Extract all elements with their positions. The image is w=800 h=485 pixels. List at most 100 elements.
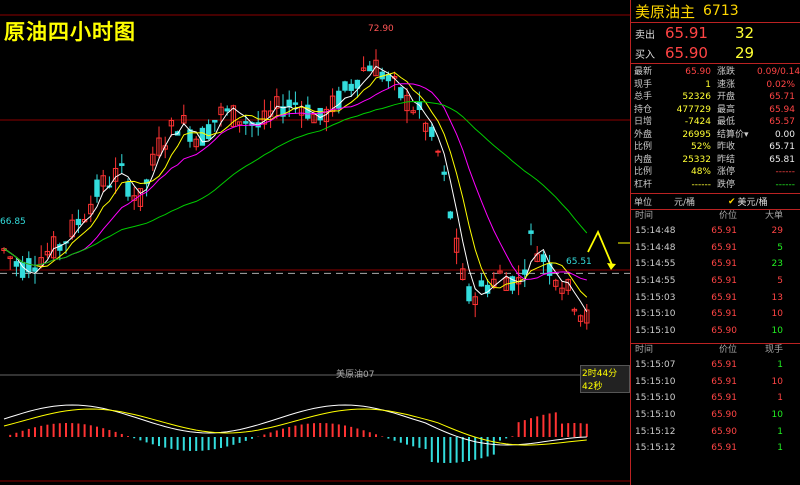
- trade-time: 15:15:10: [635, 326, 676, 337]
- candle: [119, 163, 125, 166]
- stat-label: 最新: [634, 67, 653, 77]
- check-icon[interactable]: ✔: [728, 197, 736, 207]
- instrument-header[interactable]: 美原油主 6713: [631, 0, 800, 23]
- arrow-head-icon: [607, 263, 616, 270]
- unit-label: 单位: [634, 198, 653, 208]
- candle: [398, 87, 404, 99]
- trade-row[interactable]: 15:15:10 65.90 10: [631, 407, 800, 424]
- trade-volume: 5: [777, 276, 783, 287]
- ticks-header: 时间 价位 现手: [631, 344, 800, 357]
- stat-label: 最高: [717, 104, 736, 115]
- trade-row[interactable]: 15:15:12 65.90 1: [631, 424, 800, 441]
- candlestick-chart[interactable]: [0, 0, 630, 485]
- candle: [26, 258, 32, 273]
- buy-label: 买入: [635, 49, 655, 61]
- candle: [478, 280, 485, 287]
- sell-quote[interactable]: 卖出 65.91 32: [631, 23, 800, 43]
- trade-volume: 10: [771, 309, 783, 320]
- col-big-order: 大单: [764, 211, 783, 221]
- trade-time: 15:15:07: [635, 359, 676, 370]
- trade-price: 65.91: [711, 443, 737, 454]
- trade-row[interactable]: 15:15:10 65.90 10: [631, 323, 800, 340]
- trade-volume: 10: [771, 376, 783, 387]
- trade-time: 15:15:10: [635, 409, 676, 420]
- buy-quote[interactable]: 买入 65.90 29: [631, 43, 800, 64]
- trade-row[interactable]: 15:14:55 65.91 5: [631, 273, 800, 290]
- candle: [447, 211, 454, 219]
- stat-value: 0.02%: [766, 79, 795, 90]
- trade-row[interactable]: 15:15:10 65.91 10: [631, 374, 800, 391]
- stat-label: 外盘: [634, 129, 653, 140]
- trade-row[interactable]: 15:15:03 65.91 13: [631, 290, 800, 307]
- trade-volume: 10: [771, 409, 783, 420]
- candle: [125, 181, 131, 197]
- stat-value: 1: [705, 79, 711, 90]
- trade-row[interactable]: 15:14:48 65.91 29: [631, 223, 800, 240]
- stat-value: 65.81: [769, 154, 795, 165]
- unit-row[interactable]: 单位 元/桶 ✔ 美元/桶: [631, 194, 800, 210]
- candle: [286, 99, 292, 108]
- trade-volume: 1: [777, 443, 783, 454]
- candle: [13, 261, 20, 267]
- big-orders-list[interactable]: 15:14:48 65.91 29 15:14:48 65.91 5 15:14:55 65.…: [631, 223, 800, 340]
- stat-value: 65.90: [685, 67, 711, 77]
- trade-row[interactable]: 15:15:10 65.91 1: [631, 390, 800, 407]
- trade-price: 65.91: [711, 276, 737, 287]
- trade-volume: 13: [771, 292, 783, 303]
- stats-table: 最新 65.90 涨跌 0.09/0.14% 现手 1 速涨 0.02% 总手 52326 开盘 65…: [631, 66, 800, 194]
- candle: [292, 102, 299, 105]
- stat-label: 昨收: [717, 142, 736, 152]
- ma-line-20: [3, 83, 587, 281]
- trade-price: 65.91: [711, 226, 737, 236]
- stat-label: 最低: [717, 117, 736, 127]
- col-time: 时间: [635, 344, 654, 355]
- stat-value: 0.09/0.14%: [757, 67, 800, 77]
- candle: [441, 171, 447, 175]
- trade-price: 65.91: [711, 359, 737, 370]
- trade-time: 15:15:12: [635, 426, 676, 437]
- trade-volume: 1: [777, 393, 783, 404]
- trade-row[interactable]: 15:14:55 65.91 23: [631, 256, 800, 273]
- trade-price: 65.91: [711, 376, 737, 387]
- trade-row[interactable]: 15:15:12 65.91 1: [631, 440, 800, 457]
- trade-row[interactable]: 15:15:10 65.91 10: [631, 306, 800, 323]
- stat-row: 比例 48% 涨停 ------: [631, 166, 800, 179]
- candle: [435, 150, 441, 153]
- buy-price: 65.90: [665, 44, 708, 62]
- trade-row[interactable]: 15:14:48 65.91 5: [631, 240, 800, 257]
- stat-label: 比例: [634, 167, 653, 177]
- tick-list[interactable]: 15:15:07 65.91 1 15:15:10 65.91 10 15:15:10 65.…: [631, 357, 800, 457]
- candle: [429, 126, 435, 137]
- stat-label: 现手: [634, 79, 653, 90]
- candle: [540, 254, 547, 263]
- sell-volume: 32: [735, 24, 755, 42]
- trade-row[interactable]: 15:15:07 65.91 1: [631, 357, 800, 374]
- reference-price-label: 66.85: [0, 217, 26, 227]
- stat-label: 开盘: [717, 92, 736, 102]
- trade-price: 65.91: [711, 292, 737, 303]
- trade-price: 65.91: [711, 393, 737, 404]
- stat-value: 65.71: [769, 142, 795, 152]
- stat-label: 涨跌: [717, 67, 736, 77]
- trade-time: 15:14:48: [635, 242, 676, 253]
- chart-title: 原油四小时图: [4, 20, 136, 44]
- chart-area[interactable]: 原油四小时图 72.90 65.51 66.85 美原油07 2时44分42秒: [0, 0, 630, 485]
- instrument-name: 美原油主: [635, 2, 696, 21]
- stat-value: 26995: [682, 129, 711, 140]
- trade-time: 15:15:10: [635, 309, 676, 320]
- stat-row: 日增 -7424 最低 65.57: [631, 116, 800, 129]
- stat-value: 52%: [690, 142, 711, 152]
- stat-value: ------: [775, 179, 796, 190]
- stat-row: 杠杆 ------ 跌停 ------: [631, 179, 800, 192]
- col-price: 价位: [718, 211, 737, 221]
- candle: [32, 267, 38, 272]
- stat-row: 现手 1 速涨 0.02%: [631, 79, 800, 92]
- stat-label: 涨停: [717, 167, 736, 177]
- stat-value: ------: [691, 179, 712, 190]
- trade-time: 15:15:12: [635, 443, 676, 454]
- candle: [75, 218, 82, 226]
- candle: [348, 83, 354, 91]
- candle: [522, 269, 528, 275]
- trade-price: 65.91: [711, 259, 737, 270]
- stat-value: ------: [775, 167, 796, 177]
